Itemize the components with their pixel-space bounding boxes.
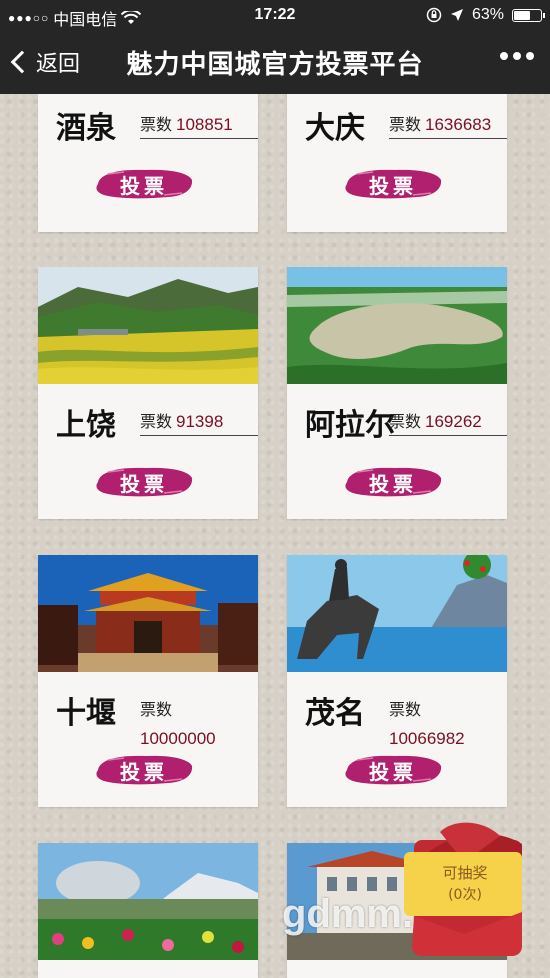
- vote-button[interactable]: 投票: [343, 752, 443, 786]
- more-dots-icon: [500, 52, 508, 60]
- city-card-daqing: 大庆 票数 1636683 投票: [287, 94, 507, 232]
- vote-button[interactable]: 投票: [94, 464, 194, 498]
- city-name: 酒泉: [56, 111, 116, 146]
- lottery-label: 可抽奖: [442, 864, 488, 882]
- vote-count: 票数 169262: [389, 408, 507, 436]
- city-photo: [287, 555, 507, 672]
- vote-button[interactable]: 投票: [94, 752, 194, 786]
- city-card-partial-left: [38, 843, 258, 978]
- city-name: 茂名: [305, 696, 365, 731]
- vote-count: 票数 10066982: [389, 700, 465, 748]
- page-title: 魅力中国城官方投票平台: [126, 50, 424, 80]
- city-photo: [38, 555, 258, 672]
- vote-count: 票数 10000000: [140, 700, 216, 748]
- vote-count: 票数 91398: [140, 408, 258, 436]
- vote-button[interactable]: 投票: [343, 166, 443, 200]
- city-photo: [38, 267, 258, 384]
- rotation-lock-icon: [426, 7, 442, 23]
- status-bar: ●●●○○ 中国电信 17:22 63%: [0, 0, 550, 30]
- location-arrow-icon: [450, 9, 463, 21]
- navigation-bar: 返回 魅力中国城官方投票平台: [0, 30, 550, 94]
- city-name: 十堰: [56, 696, 116, 731]
- city-name: 上饶: [56, 408, 116, 443]
- vote-count: 票数 1636683: [389, 111, 507, 139]
- city-card-shiyan: 十堰 票数 10000000 投票: [38, 555, 258, 807]
- city-photo: [38, 843, 258, 960]
- battery-icon: [512, 8, 545, 22]
- city-card-maoming: 茂名 票数 10066982 投票: [287, 555, 507, 807]
- city-photo: [287, 267, 507, 384]
- vote-button[interactable]: 投票: [343, 464, 443, 498]
- vote-button[interactable]: 投票: [94, 166, 194, 200]
- more-options-button[interactable]: [500, 52, 534, 60]
- city-card-alar: 阿拉尔 票数 169262 投票: [287, 267, 507, 519]
- lottery-button[interactable]: 可抽奖 (0次): [404, 822, 526, 957]
- city-card-jiuquan: 酒泉 票数 108851 投票: [38, 94, 258, 232]
- city-card-shangrao: 上饶 票数 91398 投票: [38, 267, 258, 519]
- city-name: 大庆: [305, 111, 365, 146]
- vote-count: 票数 108851: [140, 111, 258, 139]
- lottery-count: (0次): [448, 887, 482, 903]
- city-name: 阿拉尔: [305, 408, 395, 443]
- battery-percent: 63%: [471, 6, 504, 23]
